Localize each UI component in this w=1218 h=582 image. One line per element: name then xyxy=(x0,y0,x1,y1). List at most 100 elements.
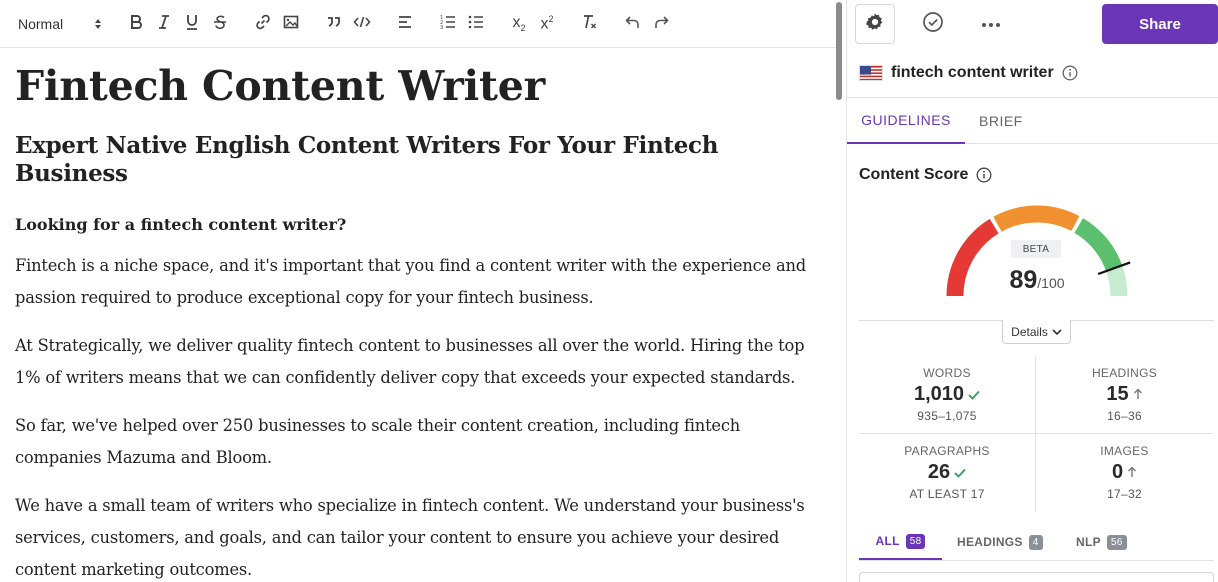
code-button[interactable] xyxy=(350,12,374,36)
filter-tab-all[interactable]: ALL 58 xyxy=(859,524,942,560)
info-icon[interactable] xyxy=(976,167,992,183)
arrow-up-icon xyxy=(1133,383,1143,406)
gauge-segment-green xyxy=(1074,218,1123,272)
tab-brief[interactable]: BRIEF xyxy=(979,98,1023,144)
gear-icon xyxy=(864,11,886,38)
stat-value: 0 xyxy=(1111,461,1124,483)
filter-tab-nlp[interactable]: NLP 56 xyxy=(1076,524,1127,560)
stat-range: 17–32 xyxy=(1107,487,1142,501)
count-badge: 4 xyxy=(1028,534,1043,550)
image-icon xyxy=(282,13,300,36)
stat-range: 935–1,075 xyxy=(917,409,977,423)
underline-icon xyxy=(183,13,201,36)
stat-value-row: 1,010 xyxy=(859,383,1035,406)
ordered-list-icon: 123 xyxy=(439,13,457,36)
check-icon xyxy=(954,461,966,484)
stat-label: WORDS xyxy=(923,366,971,380)
undo-icon xyxy=(624,13,642,36)
align-left-button[interactable] xyxy=(393,12,417,36)
stat-words: WORDS 1,010 935–1,075 xyxy=(859,356,1036,434)
ordered-list-button[interactable]: 123 xyxy=(436,12,460,36)
superscript-button[interactable]: x2 xyxy=(535,12,559,36)
paragraph: At Strategically, we deliver quality fin… xyxy=(15,336,805,388)
count-badge: 56 xyxy=(1106,534,1127,550)
share-button[interactable]: Share xyxy=(1102,4,1218,44)
chevron-down-icon xyxy=(1052,325,1062,339)
quote-button[interactable] xyxy=(322,12,346,36)
underline-button[interactable] xyxy=(180,12,204,36)
filter-tab-headings[interactable]: HEADINGS 4 xyxy=(957,524,1043,560)
bold-icon xyxy=(127,13,145,36)
document-question-heading: Looking for a fintech content writer? xyxy=(15,215,347,235)
editor-scrollbar[interactable] xyxy=(836,2,842,100)
italic-icon xyxy=(155,13,173,36)
optimizer-sidebar: Share fintech content writer GUIDELINES … xyxy=(846,0,1218,582)
bullet-list-button[interactable] xyxy=(464,12,488,36)
bold-button[interactable] xyxy=(124,12,148,36)
tab-guidelines[interactable]: GUIDELINES xyxy=(847,98,965,144)
subscript-button[interactable]: x2 xyxy=(507,12,531,36)
stat-range: 16–36 xyxy=(1107,409,1142,423)
beta-badge: BETA xyxy=(1011,240,1061,258)
stat-value: 1,010 xyxy=(913,383,965,405)
redo-button[interactable] xyxy=(649,12,673,36)
superscript-icon: x2 xyxy=(540,14,554,33)
document-subtitle: Expert Native English Content Writers Fo… xyxy=(15,132,719,187)
align-left-icon xyxy=(396,13,414,36)
stat-label: HEADINGS xyxy=(1091,366,1158,380)
stat-range: AT LEAST 17 xyxy=(909,487,985,501)
check-circle-icon xyxy=(922,11,944,38)
score-number: 89 xyxy=(1009,266,1038,294)
editor-toolbar: Normal 1 2 3 x2 x2 xyxy=(0,0,836,48)
check-button[interactable] xyxy=(913,4,953,44)
bullet-list-icon xyxy=(467,13,485,36)
document-title: Fintech Content Writer xyxy=(15,62,546,110)
document-body[interactable]: Fintech Content Writer Expert Native Eng… xyxy=(15,56,830,582)
undo-button[interactable] xyxy=(621,12,645,36)
quote-icon xyxy=(325,13,343,36)
italic-button[interactable] xyxy=(152,12,176,36)
paragraph: We have a small team of writers who spec… xyxy=(15,496,805,580)
select-caret-icon xyxy=(94,18,102,30)
more-icon xyxy=(981,15,1001,33)
image-button[interactable] xyxy=(279,12,303,36)
stat-value-row: 0 xyxy=(1036,461,1213,484)
format-select[interactable]: Normal xyxy=(10,12,106,36)
content-score-value: 89/100 xyxy=(977,266,1097,295)
code-icon xyxy=(353,13,371,36)
target-keyword[interactable]: fintech content writer xyxy=(891,64,1054,82)
stat-value-row: 26 xyxy=(859,461,1035,484)
svg-text:3: 3 xyxy=(440,25,443,31)
filter-tab-label: ALL xyxy=(875,534,900,548)
format-select-value: Normal xyxy=(18,16,64,32)
count-badge: 58 xyxy=(905,533,926,549)
gauge-segment-light-green xyxy=(1106,265,1128,297)
sidebar-tabs: GUIDELINES BRIEF xyxy=(847,98,1218,144)
settings-button[interactable] xyxy=(855,4,895,44)
paragraph: Fintech is a niche space, and it's impor… xyxy=(15,256,806,308)
stat-images: IMAGES 0 17–32 xyxy=(1036,434,1213,512)
stat-value: 15 xyxy=(1106,383,1129,405)
terms-list[interactable] xyxy=(859,572,1214,582)
editor-pane: Normal 1 2 3 x2 x2 Fintech Content Write… xyxy=(0,0,846,582)
check-icon xyxy=(968,383,980,406)
link-icon xyxy=(254,13,272,36)
keyword-row: fintech content writer xyxy=(847,48,1218,98)
filter-tab-label: HEADINGS xyxy=(957,535,1023,549)
details-toggle-button[interactable]: Details xyxy=(1002,320,1071,344)
info-icon[interactable] xyxy=(1062,65,1078,81)
more-options-button[interactable] xyxy=(971,4,1011,44)
subscript-icon: x2 xyxy=(512,13,526,34)
us-flag-icon xyxy=(859,64,883,81)
details-label: Details xyxy=(1011,324,1048,339)
clear-format-icon xyxy=(581,13,599,36)
redo-icon xyxy=(652,13,670,36)
stat-value-row: 15 xyxy=(1036,383,1213,406)
stat-label: PARAGRAPHS xyxy=(904,444,990,458)
clear-format-button[interactable] xyxy=(578,12,602,36)
content-score-title: Content Score xyxy=(859,166,992,184)
arrow-up-icon xyxy=(1127,461,1137,484)
link-button[interactable] xyxy=(251,12,275,36)
strikethrough-button[interactable] xyxy=(208,12,232,36)
stat-value: 26 xyxy=(927,461,951,483)
